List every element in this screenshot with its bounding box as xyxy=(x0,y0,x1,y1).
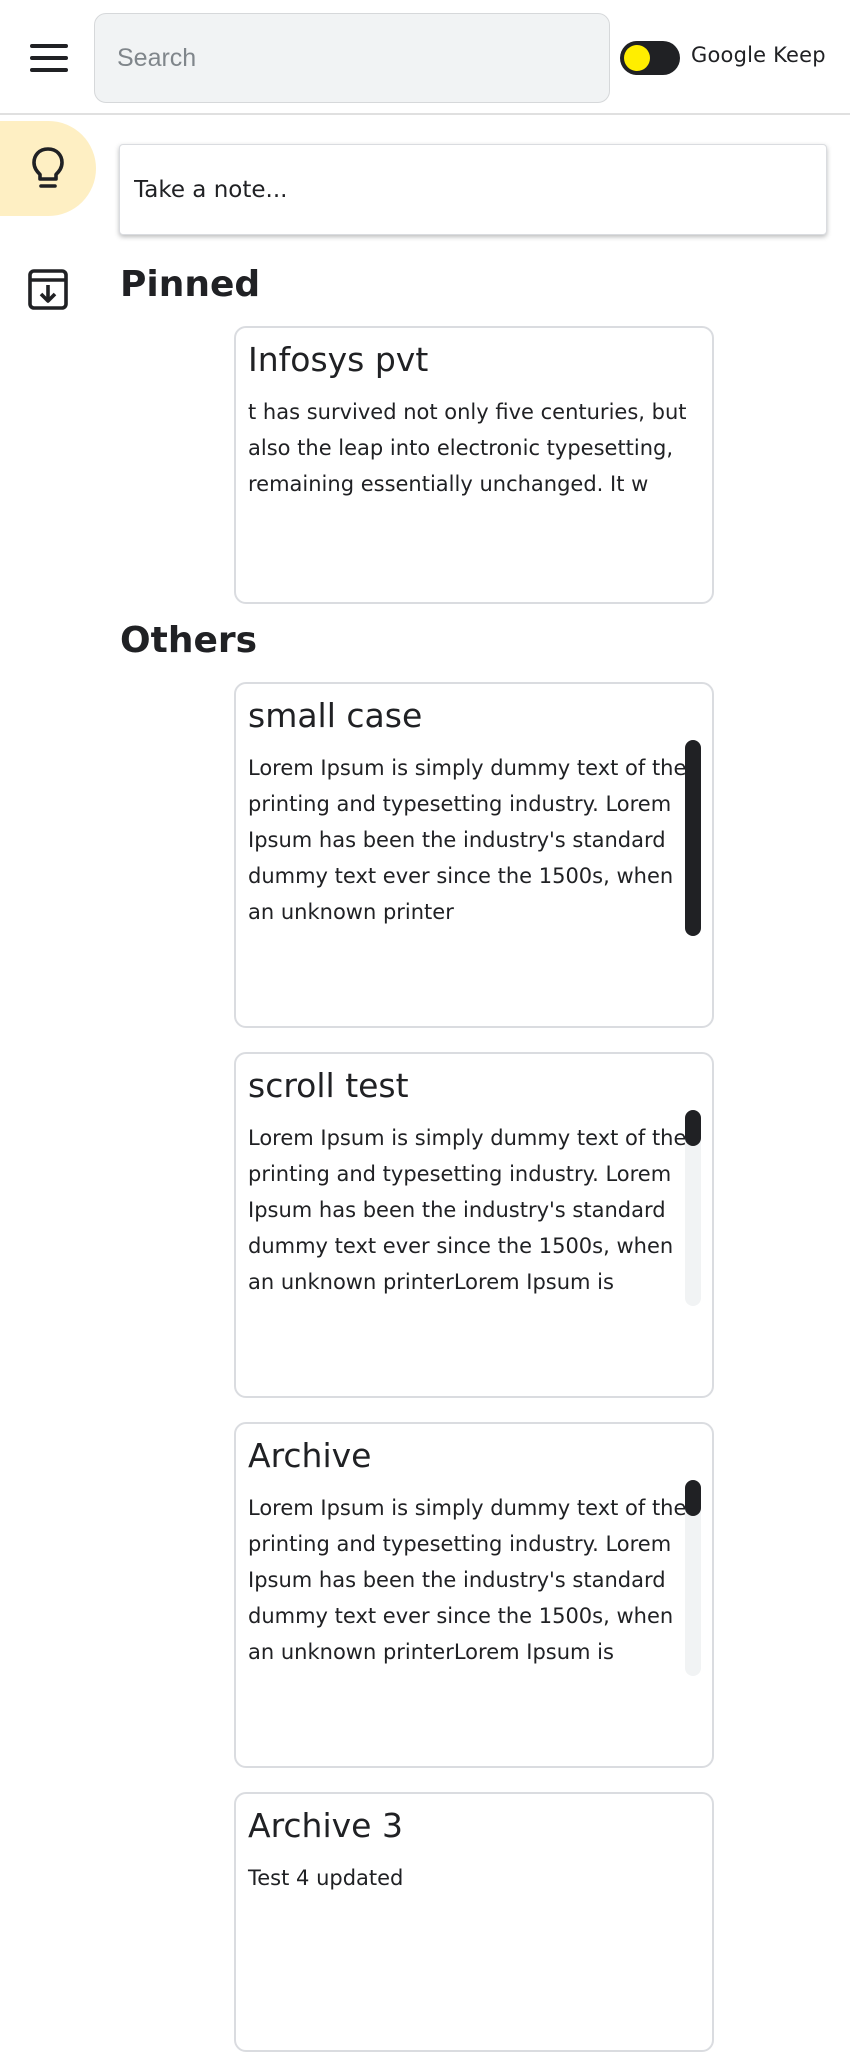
note-card[interactable]: small case Lorem Ipsum is simply dummy t… xyxy=(234,682,714,1028)
note-scrollbar[interactable] xyxy=(685,1480,701,1676)
note-title: Infosys pvt xyxy=(248,340,429,379)
sidebar-item-notes[interactable] xyxy=(0,121,96,216)
note-card[interactable]: Infosys pvt t has survived not only five… xyxy=(234,326,714,604)
lightbulb-icon xyxy=(32,147,64,188)
note-body: Test 4 updated xyxy=(248,1866,404,1890)
note-card[interactable]: Archive 3 Test 4 updated xyxy=(234,1792,714,2052)
note-card[interactable]: scroll test Lorem Ipsum is simply dummy … xyxy=(234,1052,714,1398)
note-body: Lorem Ipsum is simply dummy text of the … xyxy=(248,756,687,924)
scrollbar-thumb[interactable] xyxy=(685,1110,701,1146)
note-scrollbar[interactable] xyxy=(685,1110,701,1306)
note-body: Lorem Ipsum is simply dummy text of the … xyxy=(248,1496,687,1664)
note-card[interactable]: Archive Lorem Ipsum is simply dummy text… xyxy=(234,1422,714,1768)
note-title: Archive xyxy=(248,1436,372,1475)
section-title-pinned: Pinned xyxy=(120,264,261,305)
note-title: scroll test xyxy=(248,1066,409,1105)
theme-toggle[interactable] xyxy=(620,41,680,75)
note-scrollbar[interactable] xyxy=(685,740,701,936)
sidebar-item-archive[interactable] xyxy=(28,268,68,310)
note-body: Lorem Ipsum is simply dummy text of the … xyxy=(248,1126,687,1294)
scrollbar-thumb[interactable] xyxy=(685,1480,701,1516)
archive-icon xyxy=(28,269,68,310)
take-note-input[interactable] xyxy=(119,144,827,235)
section-title-others: Others xyxy=(120,620,258,661)
toggle-knob xyxy=(624,45,650,71)
menu-icon[interactable] xyxy=(30,44,68,72)
search-input[interactable] xyxy=(94,13,610,103)
note-body: t has survived not only five centuries, … xyxy=(248,400,687,496)
app-title: Google Keep xyxy=(691,43,826,67)
note-title: small case xyxy=(248,696,423,735)
top-bar: Google Keep xyxy=(0,0,850,115)
scrollbar-thumb[interactable] xyxy=(685,740,701,936)
note-title: Archive 3 xyxy=(248,1806,403,1845)
